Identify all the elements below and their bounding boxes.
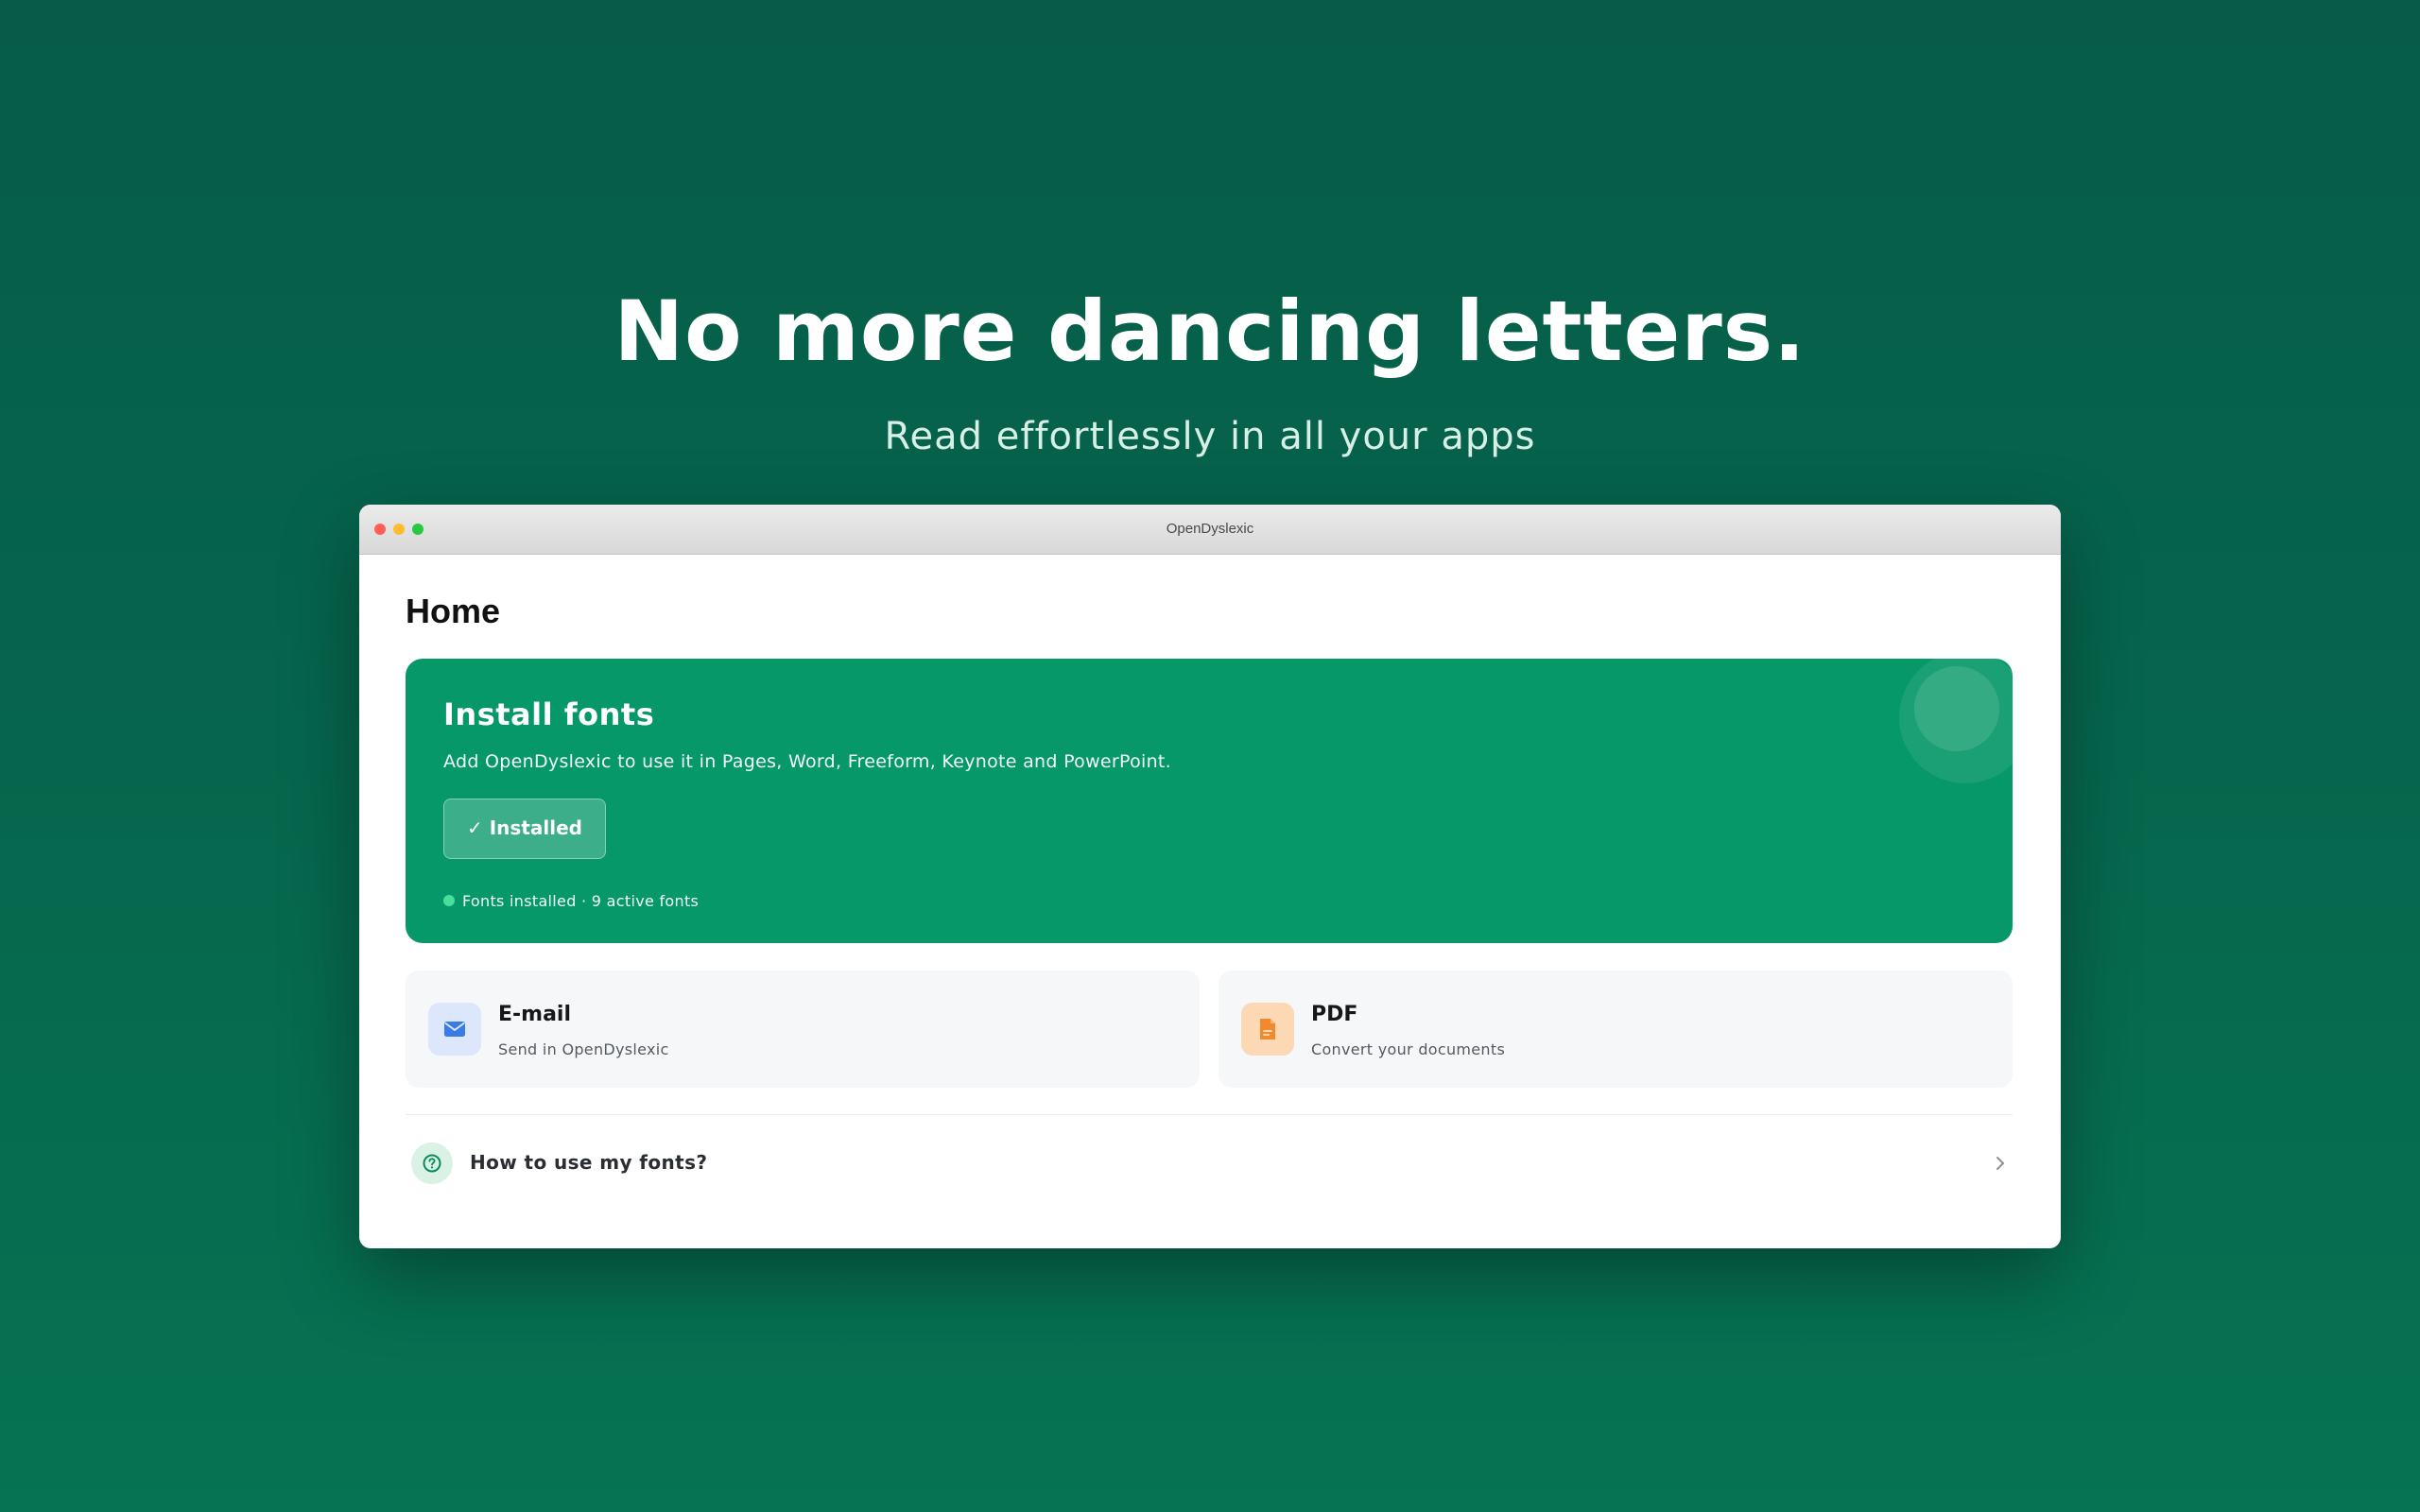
status-dot-icon: [443, 895, 455, 906]
email-card-title: E-mail: [498, 1003, 572, 1026]
app-window: OpenDyslexic Home Install fonts Add Open…: [359, 505, 2061, 1248]
pdf-card-subtitle: Convert your documents: [1311, 1040, 1506, 1058]
subheadline: Read effortlessly in all your apps: [884, 415, 1536, 458]
install-status: Fonts installed · 9 active fonts: [443, 891, 699, 910]
pdf-card[interactable]: PDF Convert your documents: [1219, 971, 2013, 1088]
question-icon: [411, 1143, 453, 1184]
installed-button[interactable]: ✓ Installed: [443, 799, 606, 859]
divider: [406, 1114, 2013, 1115]
mail-icon: [428, 1003, 481, 1056]
how-to-use-fonts-label: How to use my fonts?: [470, 1151, 708, 1174]
pdf-card-title: PDF: [1311, 1003, 1358, 1026]
install-card-title: Install fonts: [443, 696, 655, 732]
pdf-icon: [1241, 1003, 1294, 1056]
install-card-description: Add OpenDyslexic to use it in Pages, Wor…: [443, 751, 1172, 772]
headline: No more dancing letters.: [614, 283, 1806, 380]
email-card-subtitle: Send in OpenDyslexic: [498, 1040, 669, 1058]
email-card[interactable]: E-mail Send in OpenDyslexic: [406, 971, 1200, 1088]
page-title: Home: [406, 592, 501, 630]
titlebar: OpenDyslexic: [359, 505, 2061, 555]
chevron-right-icon: [1996, 1157, 2004, 1170]
decorative-circle: [1914, 666, 1999, 751]
window-title: OpenDyslexic: [1166, 521, 1254, 537]
status-text: Fonts installed · 9 active fonts: [462, 891, 700, 910]
install-fonts-card: Install fonts Add OpenDyslexic to use it…: [406, 659, 2013, 943]
how-to-use-fonts-row[interactable]: How to use my fonts?: [406, 1138, 2013, 1189]
